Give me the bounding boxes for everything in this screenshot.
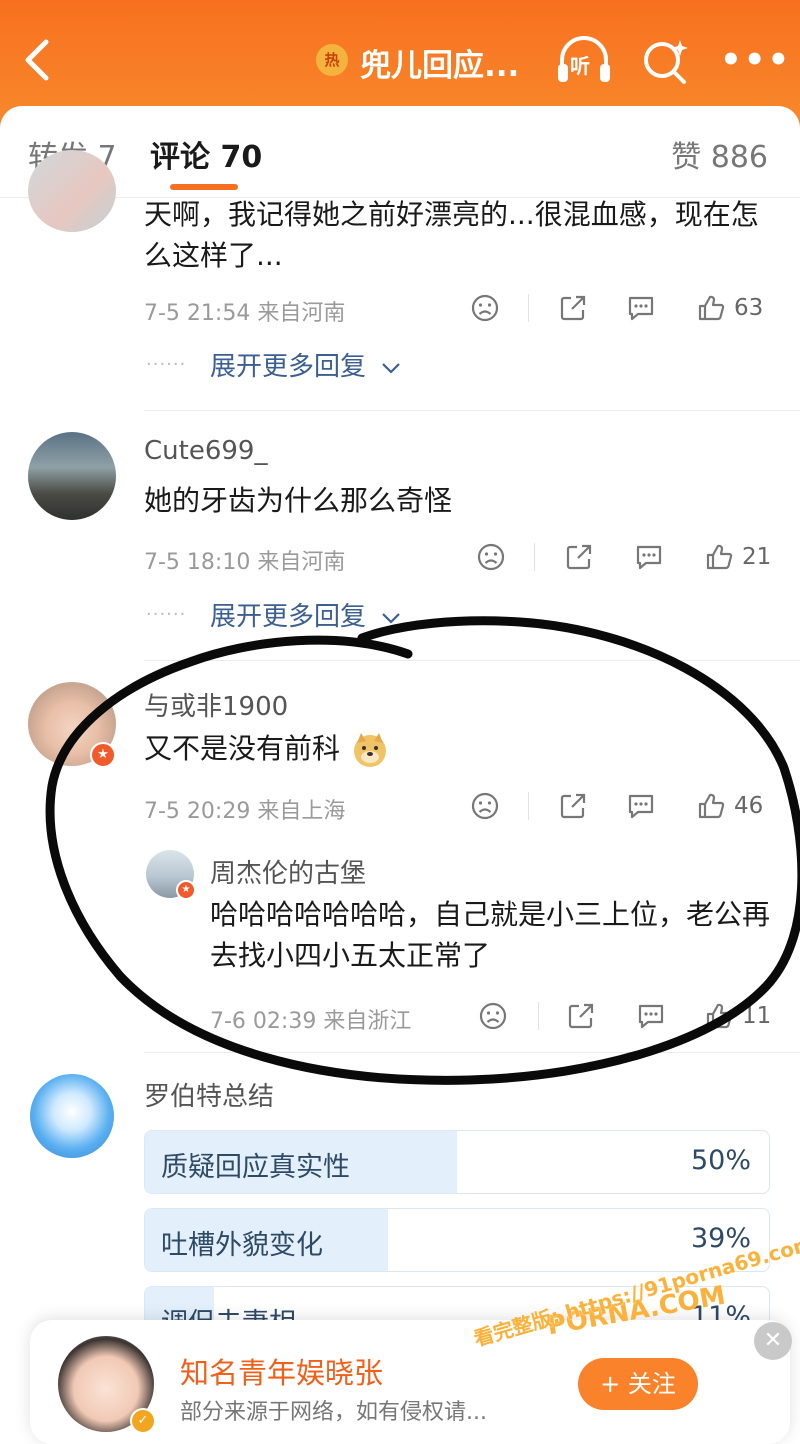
search-icon (644, 40, 688, 84)
expand-dots: ······ (146, 354, 187, 375)
share-icon (568, 1003, 594, 1029)
thumbs-up-icon (698, 793, 725, 819)
reply-actions: 11 (478, 996, 800, 1036)
expand-replies-link[interactable]: 展开更多回复 (210, 346, 402, 383)
divider (144, 1052, 800, 1053)
account-name[interactable]: 知名青年娱晓张 (180, 1350, 383, 1392)
like-button[interactable]: 63 (696, 288, 763, 328)
comment-icon (628, 794, 654, 819)
chevron-down-icon (382, 362, 401, 374)
reply-author[interactable]: 周杰伦的古堡 (210, 853, 366, 890)
share-icon (560, 793, 586, 819)
comment-meta: 7-5 20:29 来自上海 (144, 799, 346, 824)
reply-meta: 7-6 02:39 来自浙江 (210, 1009, 412, 1034)
reply-button[interactable] (626, 786, 656, 826)
doge-emoji-icon (353, 733, 386, 767)
bot-avatar[interactable] (30, 1074, 114, 1158)
avatar[interactable] (28, 432, 116, 520)
separator (528, 792, 529, 820)
verified-badge: ★ (176, 880, 196, 900)
avatar[interactable] (28, 150, 116, 232)
account-desc: 部分来源于网络，如有侵权请... (180, 1400, 487, 1425)
comment-icon (628, 296, 654, 321)
poll-option-percent: 50% (690, 1145, 751, 1176)
thumbs-up-icon (698, 295, 725, 321)
frown-icon (479, 1002, 507, 1030)
search-button[interactable] (640, 36, 690, 86)
poll-option-label: 吐槽外貌变化 (161, 1230, 323, 1261)
tab-comment[interactable]: 评论 70 (150, 132, 262, 176)
like-button[interactable]: 21 (704, 537, 771, 577)
comment-icon (636, 545, 662, 570)
comment-author[interactable]: 与或非1900 (144, 686, 288, 723)
separator (538, 1002, 539, 1030)
comment-text: 她的牙齿为什么那么奇怪 (144, 484, 453, 517)
like-count: 11 (742, 1003, 772, 1029)
expand-dots: ······ (146, 604, 187, 625)
share-button[interactable] (558, 786, 588, 826)
comment-meta: 7-5 18:10 来自河南 (144, 550, 346, 575)
listen-button[interactable]: 听 (556, 34, 612, 86)
tab-like[interactable]: 赞 886 (671, 132, 768, 176)
separator (534, 543, 535, 571)
chevron-left-icon (25, 39, 49, 81)
divider (144, 410, 800, 411)
poll-option[interactable]: 质疑回应真实性 50% (144, 1130, 770, 1194)
expand-label: 展开更多回复 (210, 352, 367, 382)
like-button[interactable]: 46 (696, 786, 763, 826)
expand-label: 展开更多回复 (210, 602, 367, 632)
tab-active-indicator (170, 184, 238, 190)
poll-option-label: 质疑回应真实性 (161, 1152, 350, 1183)
reply-button[interactable] (634, 537, 664, 577)
page-title: 兜儿回应... (360, 48, 520, 84)
share-button[interactable] (564, 537, 594, 577)
comment-text: 天啊，我记得她之前好漂亮的...很混血感，现在怎么这样了... (144, 198, 759, 272)
comment-actions: 63 (470, 288, 800, 328)
back-button[interactable] (20, 38, 60, 82)
expand-replies-link[interactable]: 展开更多回复 (210, 596, 402, 633)
follow-button[interactable]: + 关注 (578, 1358, 698, 1410)
poll-title: 罗伯特总结 (144, 1082, 275, 1112)
thumbs-up-icon (706, 1003, 733, 1029)
reply-text: 哈哈哈哈哈哈哈，自己就是小三上位，老公再去找小四小五太正常了 (210, 898, 771, 972)
share-button[interactable] (558, 288, 588, 328)
follow-card: ✓ 知名青年娱晓张 部分来源于网络，如有侵权请... + 关注 ✕ (30, 1320, 792, 1444)
poll-option[interactable]: 吐槽外貌变化 39% (144, 1208, 770, 1272)
frown-icon (471, 792, 499, 820)
hot-badge: 热 (316, 44, 348, 76)
thumbs-up-icon (706, 544, 733, 570)
comment-actions: 46 (470, 786, 800, 826)
reply-button[interactable] (626, 288, 656, 328)
share-icon (566, 544, 592, 570)
comment-meta: 7-5 21:54 来自河南 (144, 301, 346, 326)
share-button[interactable] (566, 996, 596, 1036)
chevron-down-icon (382, 612, 401, 624)
comment-icon (638, 1004, 664, 1029)
more-button[interactable]: ••• (720, 40, 789, 80)
comment-author[interactable]: Cute699_ (144, 436, 267, 466)
tab-bar: 转发 7 评论 70 赞 886 (0, 106, 800, 198)
divider (144, 660, 800, 661)
comment-text-content: 又不是没有前科 (144, 732, 341, 765)
like-count: 46 (734, 793, 764, 819)
dislike-button[interactable] (470, 786, 500, 826)
dislike-button[interactable] (476, 537, 506, 577)
verified-badge: ★ (90, 742, 116, 768)
reply-button[interactable] (636, 996, 666, 1036)
separator (528, 294, 529, 322)
like-count: 21 (742, 544, 772, 570)
like-button[interactable]: 11 (704, 996, 771, 1036)
frown-icon (477, 543, 505, 571)
like-count: 63 (734, 295, 764, 321)
verified-badge: ✓ (130, 1408, 156, 1434)
comment-text: 又不是没有前科 (144, 728, 774, 769)
frown-icon (471, 294, 499, 322)
listen-label: 听 (570, 54, 590, 78)
close-icon[interactable]: ✕ (754, 1322, 792, 1360)
share-icon (560, 295, 586, 321)
dislike-button[interactable] (478, 996, 508, 1036)
dislike-button[interactable] (470, 288, 500, 328)
comment-actions: 21 (476, 537, 800, 577)
